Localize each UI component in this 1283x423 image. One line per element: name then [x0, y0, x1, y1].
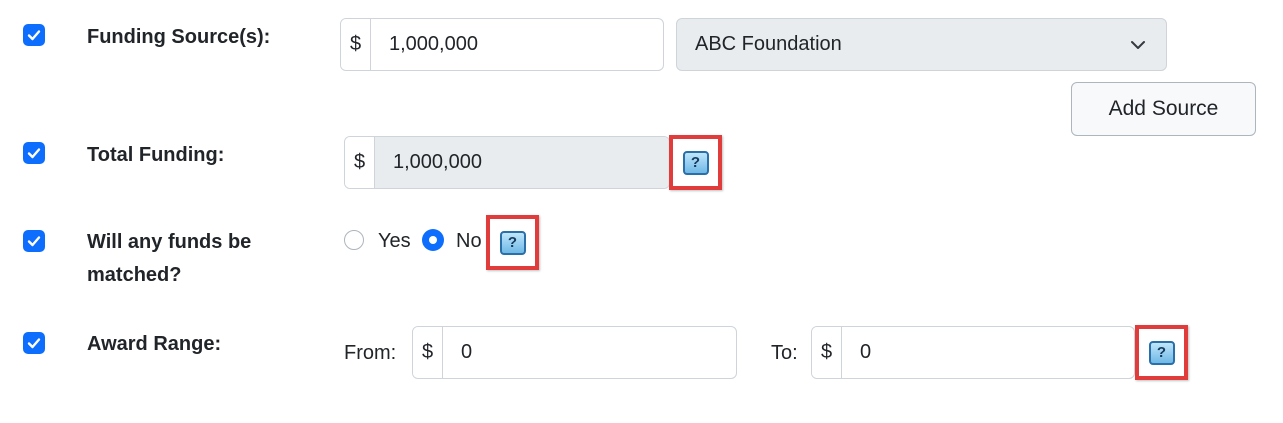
funding-source-select[interactable]: ABC Foundation [676, 18, 1167, 71]
matched-help-button[interactable]: ? [486, 215, 539, 270]
help-icon: ? [1148, 340, 1175, 365]
award-to-label: To: [771, 342, 798, 364]
check-icon [27, 236, 41, 247]
funding-amount-input[interactable]: $ 1,000,000 [340, 18, 664, 71]
matched-label-line2: matched? [87, 264, 182, 286]
chevron-down-icon [1131, 41, 1145, 49]
award-from-value[interactable]: 0 [443, 327, 736, 378]
radio-yes[interactable] [344, 230, 364, 250]
funding-source-label: Funding Source(s): [87, 26, 271, 48]
currency-addon: $ [341, 19, 371, 70]
total-funding-help-button[interactable]: ? [669, 135, 722, 190]
funding-source-selected: ABC Foundation [695, 33, 842, 55]
help-icon: ? [682, 150, 709, 175]
currency-addon: $ [413, 327, 443, 378]
total-funding-value: 1,000,000 [375, 137, 669, 188]
add-source-button[interactable]: Add Source [1071, 82, 1256, 136]
award-range-label: Award Range: [87, 333, 222, 355]
radio-no-label[interactable]: No [456, 230, 482, 253]
total-funding-input: $ 1,000,000 [344, 136, 670, 189]
radio-yes-label[interactable]: Yes [378, 230, 411, 253]
award-from-input[interactable]: $ 0 [412, 326, 737, 379]
check-icon [27, 148, 41, 159]
award-to-value[interactable]: 0 [842, 327, 1134, 378]
total-funding-checkbox[interactable] [23, 142, 45, 164]
currency-addon: $ [812, 327, 842, 378]
check-icon [27, 338, 41, 349]
funding-source-checkbox[interactable] [23, 24, 45, 46]
award-to-input[interactable]: $ 0 [811, 326, 1135, 379]
award-range-help-button[interactable]: ? [1135, 325, 1188, 380]
matched-checkbox[interactable] [23, 230, 45, 252]
total-funding-label: Total Funding: [87, 144, 225, 166]
matched-label-line1: Will any funds be [87, 231, 252, 253]
award-range-checkbox[interactable] [23, 332, 45, 354]
funding-amount-value[interactable]: 1,000,000 [371, 19, 663, 70]
help-icon: ? [499, 230, 526, 255]
radio-no[interactable] [422, 229, 444, 251]
currency-addon: $ [345, 137, 375, 188]
award-from-label: From: [344, 342, 397, 364]
check-icon [27, 30, 41, 41]
